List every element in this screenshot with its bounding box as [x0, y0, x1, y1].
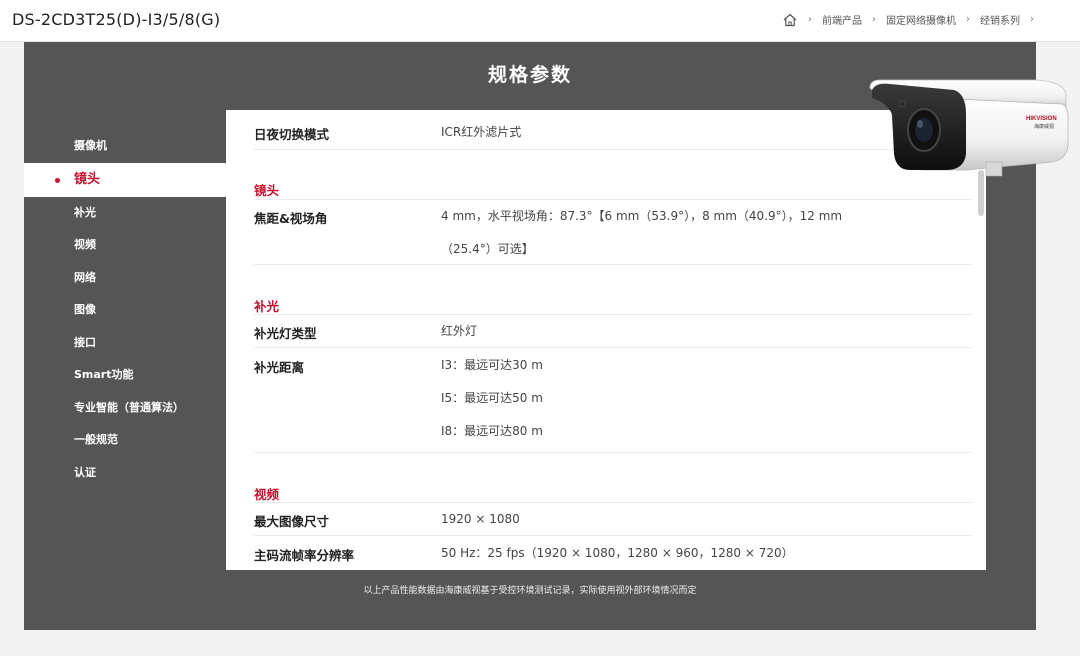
spec-content[interactable]: 日夜切换模式 ICR红外滤片式 镜头 焦距&视场角 4 mm，水平视场角：87.…: [226, 110, 986, 570]
home-icon[interactable]: [782, 13, 798, 27]
section-heading-video: 视频: [254, 484, 972, 503]
brand-logo-text: HIKVISION: [1026, 116, 1057, 122]
spec-value: I8：最远可达80 m: [441, 424, 543, 438]
spec-row-day-night: 日夜切换模式 ICR红外滤片式: [254, 116, 972, 150]
sidebar-item-general[interactable]: 一般规范: [24, 424, 226, 457]
scrollbar[interactable]: [978, 110, 984, 570]
sidebar-item-network[interactable]: 网络: [24, 262, 226, 295]
sidebar-item-fill-light[interactable]: 补光: [24, 197, 226, 230]
spec-label: 焦距&视场角: [254, 211, 328, 226]
spec-label: 日夜切换模式: [254, 127, 330, 142]
section-heading-fill-light: 补光: [254, 296, 972, 315]
spec-value-cont: （25.4°）可选】: [441, 242, 534, 256]
spec-label: 补光距离: [254, 360, 305, 375]
product-model-title: DS-2CD3T25(D)-I3/5/8(G): [12, 10, 221, 29]
sidebar-item-interface[interactable]: 接口: [24, 327, 226, 360]
chevron-right-icon: ›: [872, 14, 876, 25]
spec-value: 4 mm，水平视场角：87.3°【6 mm（53.9°），8 mm（40.9°）…: [441, 209, 843, 223]
spec-row-focal-length: 焦距&视场角 4 mm，水平视场角：87.3°【6 mm（53.9°），8 mm…: [254, 200, 972, 265]
spec-row-fill-light-type: 补光灯类型 红外灯: [254, 315, 972, 348]
spec-row-max-resolution: 最大图像尺寸 1920 × 1080: [254, 503, 972, 536]
sidebar-item-certification[interactable]: 认证: [24, 457, 226, 490]
spec-value: 1920 × 1080: [441, 512, 520, 526]
spec-category-sidebar: 摄像机 镜头 补光 视频 网络 图像 接口 Smart功能 专业智能（普通算法）…: [24, 130, 226, 489]
sidebar-item-lens[interactable]: 镜头: [24, 162, 226, 197]
spec-label: 主码流帧率分辨率: [254, 548, 355, 563]
brand-logo-text-cn: 海康威视: [1034, 123, 1054, 130]
breadcrumb: › 前端产品 › 固定网络摄像机 › 经销系列 ›: [782, 12, 1044, 27]
chevron-right-icon: ›: [808, 14, 812, 25]
spec-value: I3：最远可达30 m: [441, 358, 543, 372]
spec-value: I5：最远可达50 m: [441, 391, 543, 405]
spec-label: 最大图像尺寸: [254, 514, 330, 529]
sidebar-item-image[interactable]: 图像: [24, 294, 226, 327]
sidebar-item-pro-ai[interactable]: 专业智能（普通算法）: [24, 392, 226, 425]
disclaimer-footnote: 以上产品性能数据由海康威视基于受控环境测试记录，实际使用视外部环境情况而定: [363, 586, 697, 596]
bullet-camera-image: HIKVISION 海康威视: [869, 79, 1069, 177]
breadcrumb-fixed-network-camera[interactable]: 固定网络摄像机: [886, 12, 956, 27]
spec-value: 红外灯: [441, 324, 478, 338]
sidebar-item-smart[interactable]: Smart功能: [24, 359, 226, 392]
section-heading-lens: 镜头: [254, 180, 972, 200]
chevron-right-icon: ›: [1030, 14, 1034, 25]
breadcrumb-front-products[interactable]: 前端产品: [822, 12, 862, 27]
spec-label: 补光灯类型: [254, 326, 317, 341]
sidebar-item-camera[interactable]: 摄像机: [24, 130, 226, 163]
spec-row-main-stream: 主码流帧率分辨率 50 Hz：25 fps（1920 × 1080，1280 ×…: [254, 537, 972, 570]
sidebar-item-video[interactable]: 视频: [24, 229, 226, 262]
spec-value: 50 Hz：25 fps（1920 × 1080，1280 × 960，1280…: [441, 546, 794, 560]
chevron-right-icon: ›: [966, 14, 970, 25]
breadcrumb-distribution-series[interactable]: 经销系列: [980, 12, 1020, 27]
top-bar: DS-2CD3T25(D)-I3/5/8(G) › 前端产品 › 固定网络摄像机…: [0, 0, 1080, 42]
spec-row-fill-light-distance: 补光距离 I3：最远可达30 m I5：最远可达50 m I8：最远可达80 m: [254, 349, 972, 453]
